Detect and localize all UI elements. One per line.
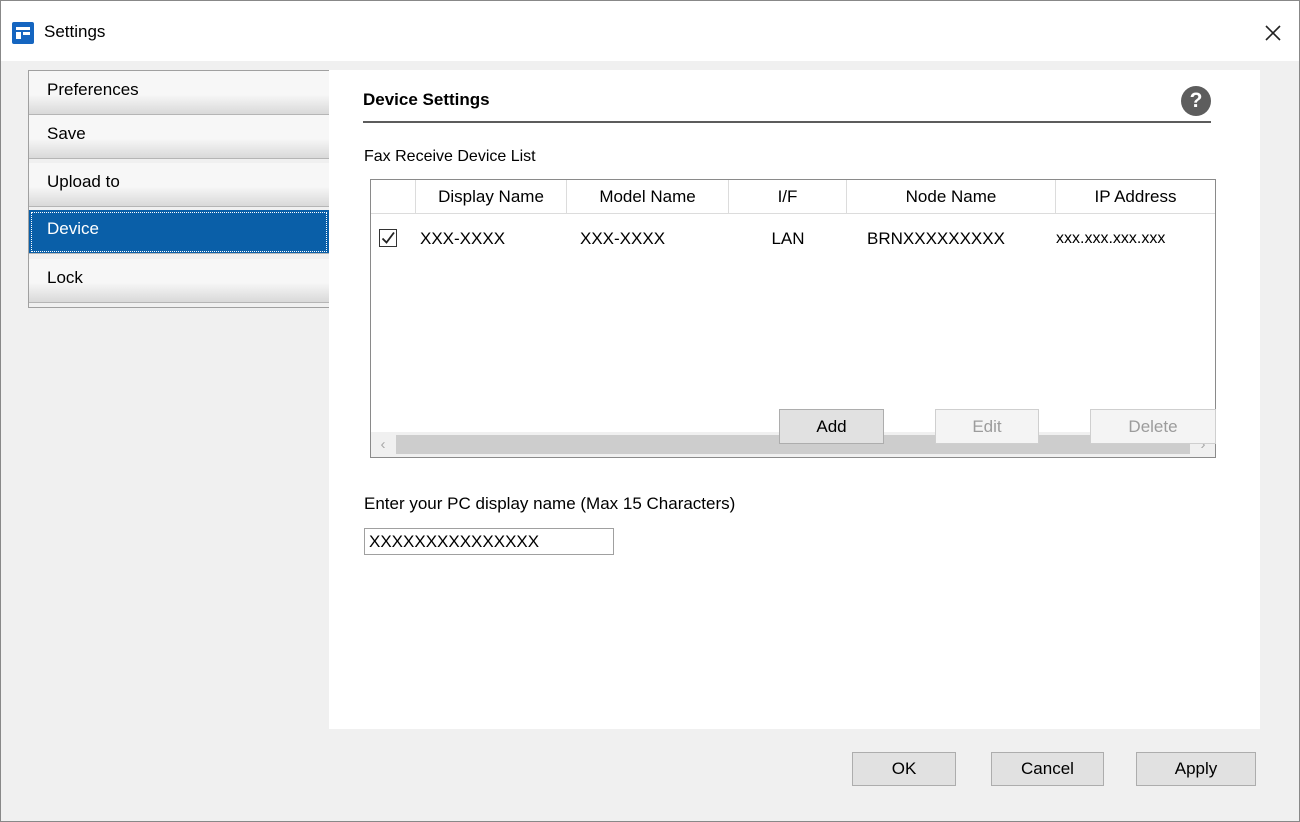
sidebar-item-label: Save [47, 124, 86, 143]
close-icon [1265, 25, 1281, 41]
apply-button[interactable]: Apply [1136, 752, 1256, 786]
sidebar-item-label: Upload to [47, 172, 120, 191]
app-settings-icon [12, 22, 34, 44]
column-header-display-name[interactable]: Display Name [416, 180, 567, 214]
device-list-label: Fax Receive Device List [364, 148, 536, 165]
section-divider [363, 121, 1211, 123]
sidebar-item-label: Lock [47, 268, 83, 287]
sidebar-item-save[interactable]: Save [29, 115, 329, 159]
sidebar-item-lock[interactable]: Lock [29, 259, 329, 303]
sidebar-item-label: Preferences [47, 80, 139, 99]
column-header-interface[interactable]: I/F [729, 180, 847, 214]
pc-name-label: Enter your PC display name (Max 15 Chara… [364, 494, 736, 513]
sidebar-item-preferences[interactable]: Preferences [29, 71, 329, 115]
column-header-node-name[interactable]: Node Name [847, 180, 1056, 214]
pc-display-name-input[interactable] [364, 528, 614, 555]
cell-interface: LAN [771, 229, 805, 248]
scroll-left-icon[interactable]: ‹ [371, 432, 395, 457]
row-checkbox[interactable] [379, 229, 397, 247]
add-button[interactable]: Add [779, 409, 884, 444]
column-header-check [371, 180, 416, 214]
window-title: Settings [44, 22, 106, 41]
close-button[interactable] [1253, 13, 1293, 53]
delete-button[interactable]: Delete [1090, 409, 1216, 444]
edit-button[interactable]: Edit [935, 409, 1039, 444]
column-header-model-name[interactable]: Model Name [567, 180, 729, 214]
sidebar-item-label: Device [47, 219, 99, 238]
sidebar-item-upload-to[interactable]: Upload to [29, 163, 329, 207]
section-title: Device Settings [363, 90, 490, 109]
help-icon[interactable]: ? [1181, 86, 1211, 116]
ok-button[interactable]: OK [852, 752, 956, 786]
table-row[interactable]: XXX-XXXX XXX-XXXX LAN BRNXXXXXXXXX xxx.x… [371, 217, 1215, 261]
list-header: Display Name Model Name I/F Node Name IP… [371, 180, 1215, 214]
column-header-ip-address[interactable]: IP Address [1056, 180, 1215, 214]
settings-sidebar: Preferences Save Upload to Device Lock [28, 70, 329, 308]
cell-display-name: XXX-XXXX [420, 229, 506, 248]
sidebar-item-device[interactable]: Device [29, 210, 329, 254]
title-bar: Settings [1, 1, 1299, 61]
cell-node-name: BRNXXXXXXXXX [867, 229, 1005, 248]
settings-window: Settings Preferences Save Upload to Devi… [0, 0, 1300, 822]
device-settings-panel: Device Settings ? Fax Receive Device Lis… [329, 70, 1260, 729]
checkmark-icon [381, 231, 395, 244]
cancel-button[interactable]: Cancel [991, 752, 1104, 786]
cell-model-name: XXX-XXXX [580, 229, 666, 248]
cell-ip-address: xxx.xxx.xxx.xxx [1056, 230, 1166, 247]
